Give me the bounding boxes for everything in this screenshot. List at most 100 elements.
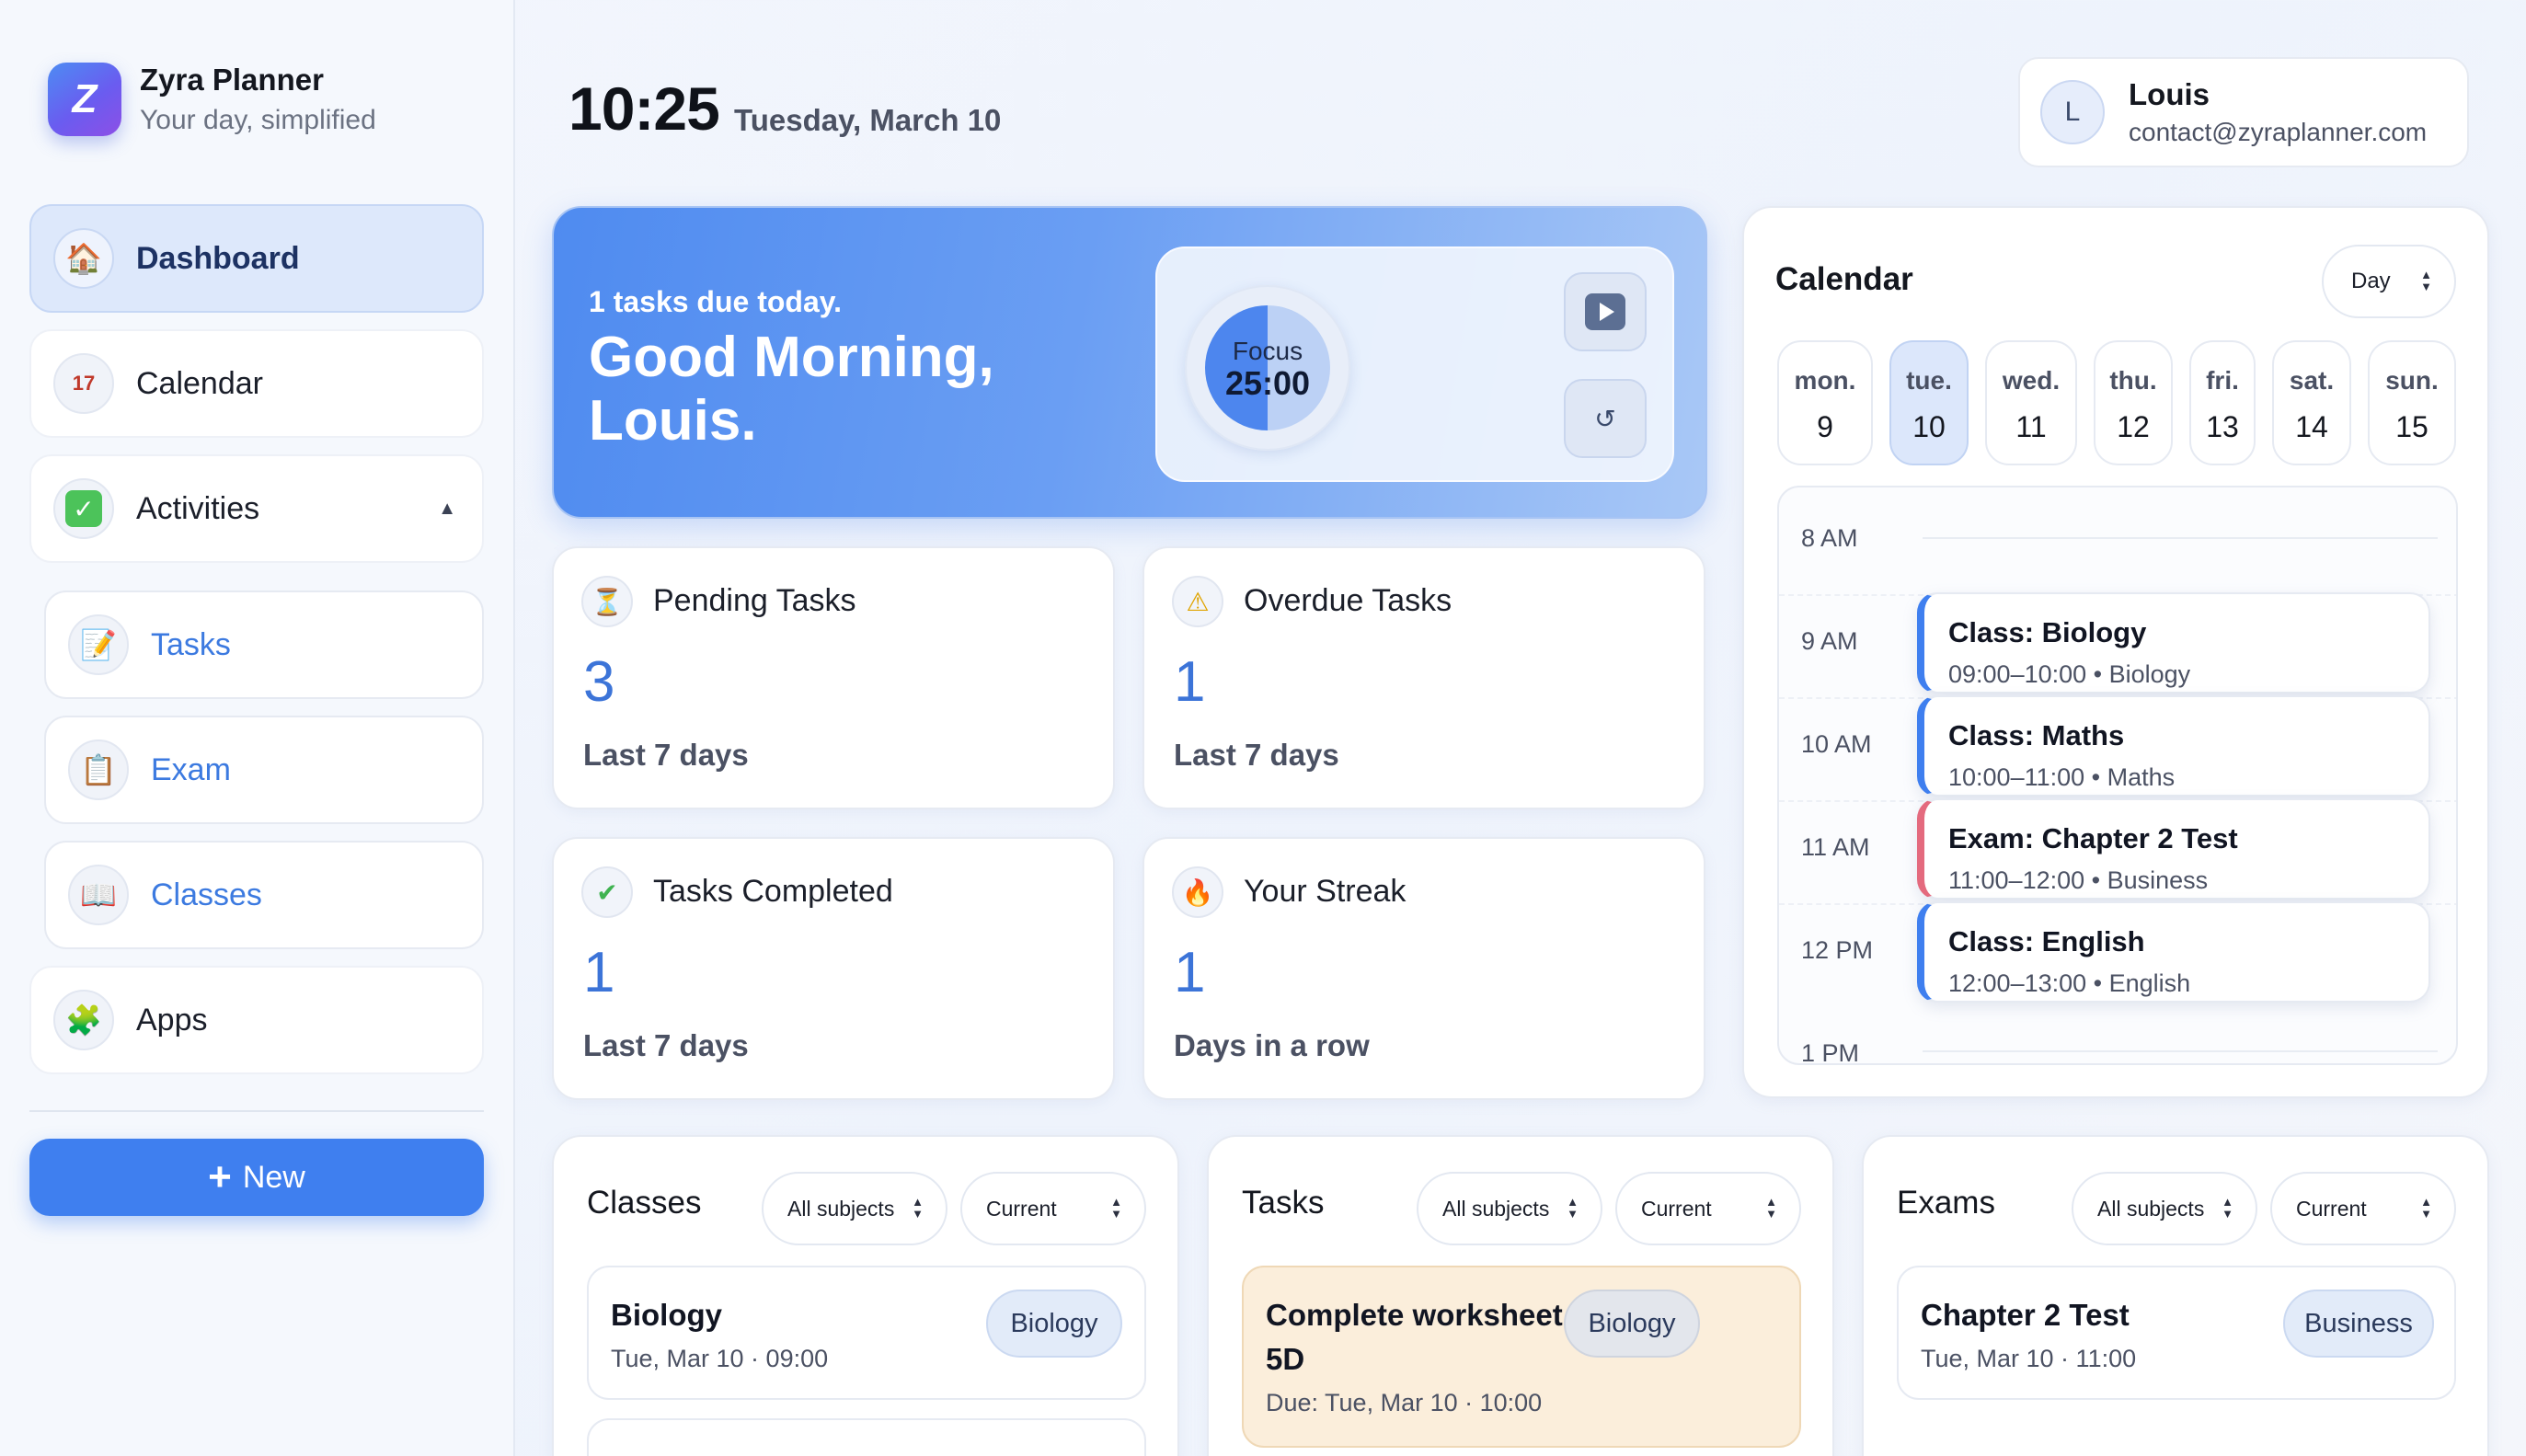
greeting-text: Good Morning, Louis. <box>589 326 994 453</box>
calendar-event[interactable]: Class: Biology 09:00–10:00 • Biology <box>1917 592 2430 694</box>
stat-card-streak[interactable]: 🔥 Your Streak 1 Days in a row <box>1142 837 1705 1100</box>
item-title: Complete worksheet 5D <box>1266 1298 1563 1376</box>
event-meta: 09:00–10:00 • Biology <box>1948 660 2191 688</box>
day-sat[interactable]: sat. 14 <box>2272 340 2351 465</box>
avatar: L <box>2040 80 2105 144</box>
day-number: 10 <box>1912 410 1946 443</box>
day-tue[interactable]: tue. 10 <box>1889 340 1969 465</box>
hour-label: 11 AM <box>1801 833 1870 861</box>
calendar-event-exam[interactable]: Exam: Chapter 2 Test 11:00–12:00 • Busin… <box>1917 798 2430 900</box>
class-item-card[interactable] <box>587 1418 1146 1456</box>
clipboard-icon: 📋 <box>68 739 129 800</box>
user-name: Louis <box>2129 77 2210 111</box>
class-item-card[interactable]: Biology Tue, Mar 10 · 09:00 Biology <box>587 1266 1146 1400</box>
stat-value: 1 <box>1174 650 1206 714</box>
fire-icon: 🔥 <box>1172 866 1223 918</box>
select-value: Current <box>986 1196 1057 1221</box>
item-meta: Tue, Mar 10 · 09:00 <box>611 1345 829 1372</box>
sidebar-item-tasks[interactable]: 📝 Tasks <box>44 590 484 699</box>
day-name: thu. <box>2109 366 2157 395</box>
brand[interactable]: Z Zyra Planner Your day, simplified <box>48 63 376 136</box>
user-profile-card[interactable]: L Louis contact@zyraplanner.com <box>2018 57 2469 167</box>
play-button[interactable] <box>1564 272 1647 351</box>
select-arrows-icon: ▲ ▼ <box>1110 1195 1122 1221</box>
period-filter-select[interactable]: Current ▲ ▼ <box>2270 1172 2456 1245</box>
select-value: All subjects <box>787 1196 895 1221</box>
checkmark-icon: ✓ <box>53 478 114 539</box>
calendar-title: Calendar <box>1775 261 1913 297</box>
item-meta: Due: Tue, Mar 10 · 10:00 <box>1266 1389 1543 1416</box>
day-number: 13 <box>2206 410 2239 443</box>
day-name: mon. <box>1794 366 1856 395</box>
day-thu[interactable]: thu. 12 <box>2094 340 2173 465</box>
stat-subtitle: Last 7 days <box>583 1028 749 1062</box>
focus-timer-panel: Focus 25:00 ↺ <box>1155 246 1674 482</box>
calendar-icon: 17 <box>53 353 114 414</box>
sidebar-item-exam[interactable]: 📋 Exam <box>44 716 484 824</box>
sidebar-item-classes[interactable]: 📖 Classes <box>44 841 484 949</box>
day-mon[interactable]: mon. 9 <box>1777 340 1873 465</box>
warning-icon: ⚠ <box>1172 576 1223 627</box>
calendar-event[interactable]: Class: Maths 10:00–11:00 • Maths <box>1917 695 2430 797</box>
stat-subtitle: Days in a row <box>1174 1028 1370 1062</box>
reset-button[interactable]: ↺ <box>1564 379 1647 458</box>
period-filter-select[interactable]: Current ▲ ▼ <box>960 1172 1146 1245</box>
current-time: 10:25 <box>568 75 720 143</box>
collapse-caret-icon[interactable]: ▲ <box>438 499 456 520</box>
item-meta: Tue, Mar 10 · 11:00 <box>1921 1345 2137 1372</box>
calendar-event[interactable]: Class: English 12:00–13:00 • English <box>1917 901 2430 1003</box>
user-text: Louis contact@zyraplanner.com <box>2129 77 2427 147</box>
event-meta: 11:00–12:00 • Business <box>1948 866 2209 894</box>
event-title: Class: English <box>1948 925 2145 957</box>
subject-filter-select[interactable]: All subjects ▲ ▼ <box>762 1172 947 1245</box>
calendar-view-select[interactable]: Day ▲ ▼ <box>2322 245 2456 318</box>
day-fri[interactable]: fri. 13 <box>2189 340 2256 465</box>
hourglass-icon: ⏳ <box>581 576 633 627</box>
reset-icon: ↺ <box>1594 404 1616 433</box>
day-name: sun. <box>2385 366 2439 395</box>
focus-timer-ring: Focus 25:00 <box>1185 285 1350 451</box>
subject-filter-select[interactable]: All subjects ▲ ▼ <box>1417 1172 1602 1245</box>
sidebar: Z Zyra Planner Your day, simplified 🏠 Da… <box>0 0 515 1456</box>
focus-time: 25:00 <box>1224 364 1311 402</box>
item-title: Biology <box>611 1298 722 1332</box>
stat-card-tasks-completed[interactable]: ✔ Tasks Completed 1 Last 7 days <box>552 837 1115 1100</box>
exams-panel: Exams All subjects ▲ ▼ Current ▲ ▼ Chapter… <box>1862 1135 2489 1456</box>
day-timeline[interactable]: 8 AM 9 AM 10 AM 11 AM 12 PM 1 PM Class: … <box>1777 486 2458 1065</box>
sidebar-item-activities[interactable]: ✓ Activities ▲ <box>29 454 484 563</box>
exam-item-card[interactable]: Chapter 2 Test Tue, Mar 10 · 11:00 Busin… <box>1897 1266 2456 1400</box>
hour-label: 1 PM <box>1801 1039 1860 1065</box>
task-item-card[interactable]: Complete worksheet 5D Due: Tue, Mar 10 ·… <box>1242 1266 1801 1448</box>
select-arrows-icon: ▲ ▼ <box>1567 1195 1579 1221</box>
sidebar-item-label: Classes <box>151 877 262 912</box>
select-value: Current <box>1641 1196 1712 1221</box>
calendar-view-value: Day <box>2351 269 2391 293</box>
stat-value: 1 <box>583 941 615 1004</box>
sidebar-item-calendar[interactable]: 17 Calendar <box>29 329 484 438</box>
stat-card-pending-tasks[interactable]: ⏳ Pending Tasks 3 Last 7 days <box>552 546 1115 809</box>
sidebar-item-apps[interactable]: 🧩 Apps <box>29 966 484 1074</box>
day-number: 9 <box>1817 410 1833 443</box>
day-wed[interactable]: wed. 11 <box>1985 340 2077 465</box>
subject-tag: Biology <box>1564 1290 1700 1358</box>
item-title: Chapter 2 Test <box>1921 1298 2130 1332</box>
hour-label: 8 AM <box>1801 524 1858 552</box>
hour-gridline <box>1923 1050 2438 1052</box>
stat-subtitle: Last 7 days <box>583 738 749 772</box>
period-filter-select[interactable]: Current ▲ ▼ <box>1615 1172 1801 1245</box>
subject-filter-select[interactable]: All subjects ▲ ▼ <box>2072 1172 2257 1245</box>
sidebar-divider <box>29 1110 484 1112</box>
day-number: 15 <box>2395 410 2428 443</box>
select-value: Current <box>2296 1196 2367 1221</box>
panel-title: Exams <box>1897 1185 1995 1221</box>
new-button[interactable]: + New <box>29 1139 484 1216</box>
stat-card-overdue-tasks[interactable]: ⚠ Overdue Tasks 1 Last 7 days <box>1142 546 1705 809</box>
classes-panel: Classes All subjects ▲ ▼ Current ▲ ▼ Biolo… <box>552 1135 1179 1456</box>
select-arrows-icon: ▲ ▼ <box>912 1195 924 1221</box>
select-arrows-icon: ▲ ▼ <box>2420 1195 2432 1221</box>
sidebar-item-dashboard[interactable]: 🏠 Dashboard <box>29 204 484 313</box>
day-sun[interactable]: sun. 15 <box>2368 340 2456 465</box>
current-date: Tuesday, March 10 <box>734 103 1002 137</box>
stat-title: Your Streak <box>1244 874 1407 909</box>
hour-label: 12 PM <box>1801 936 1874 964</box>
